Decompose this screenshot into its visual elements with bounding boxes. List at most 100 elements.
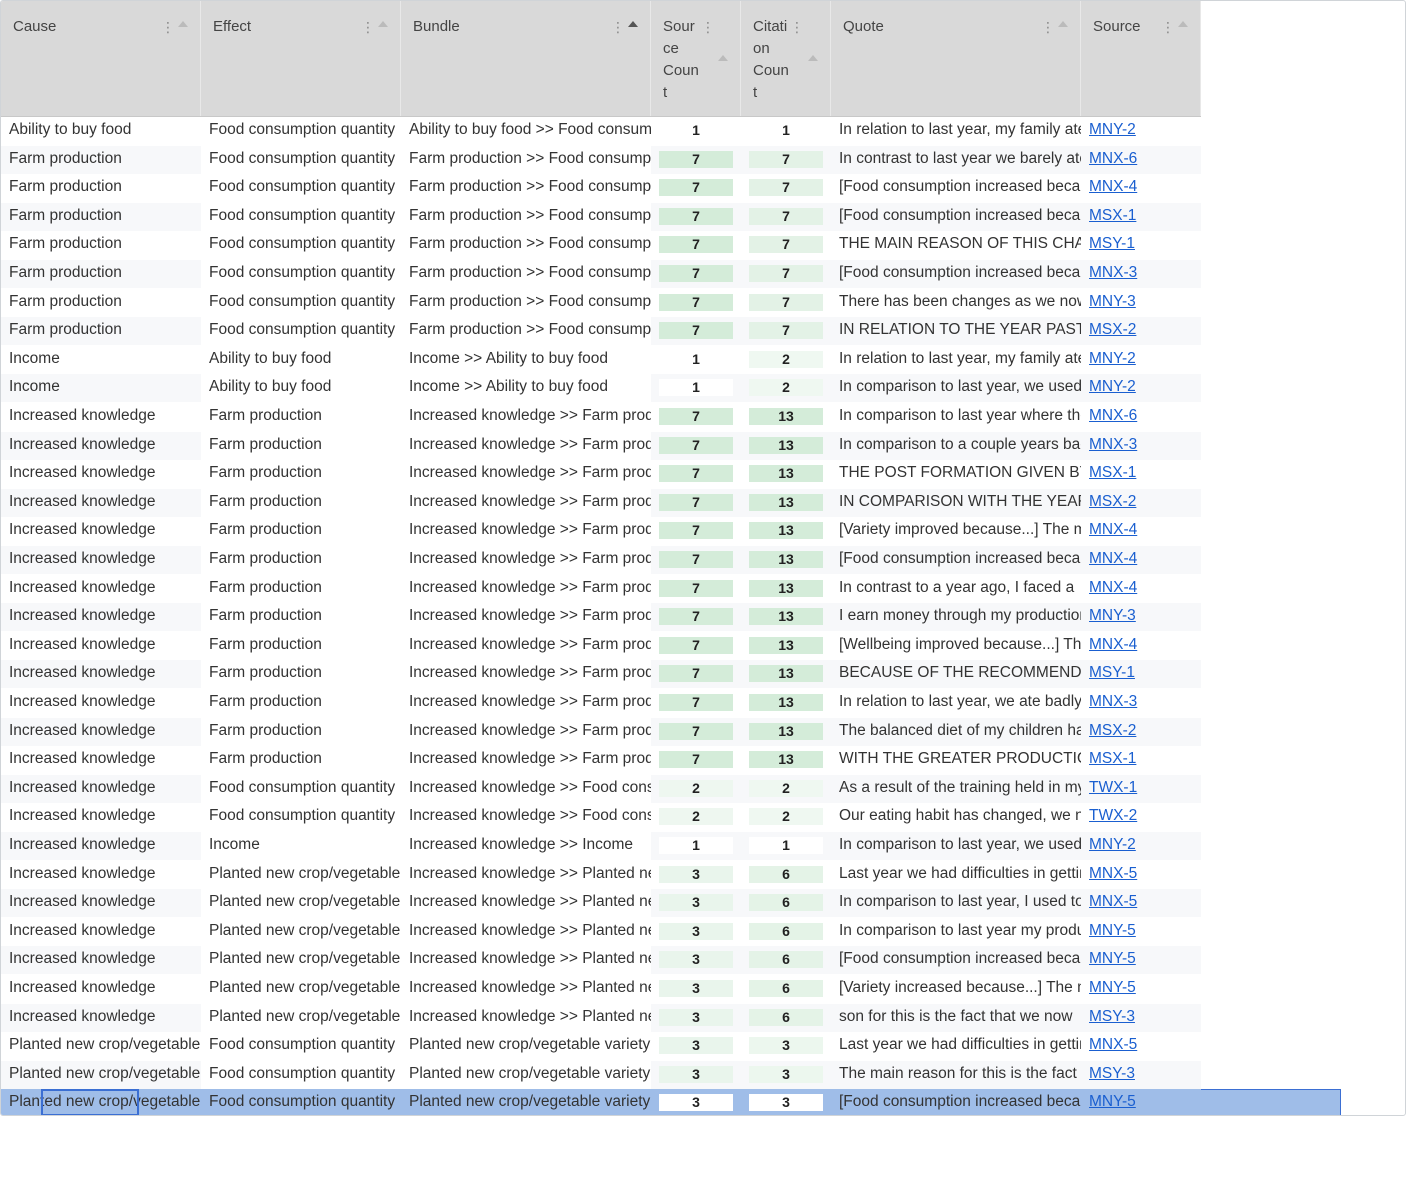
source-link[interactable]: MSY-1	[1089, 664, 1135, 681]
cell-cause[interactable]: Income	[1, 374, 201, 402]
cell-quote[interactable]: In relation to last year, we ate badly	[831, 689, 1081, 717]
cell-quote[interactable]: THE POST FORMATION GIVEN BY ORG	[831, 460, 1081, 488]
cell-cause[interactable]: Farm production	[1, 203, 201, 231]
cell-source-count[interactable]: 7	[651, 289, 741, 317]
cell-source[interactable]: MSX-2	[1081, 317, 1201, 345]
cell-citation-count[interactable]: 7	[741, 203, 831, 231]
cell-citation-count[interactable]: 7	[741, 289, 831, 317]
cell-effect[interactable]: Ability to buy food	[201, 346, 401, 374]
cell-source-count[interactable]: 7	[651, 660, 741, 688]
cell-cause[interactable]: Ability to buy food	[1, 117, 201, 145]
column-menu-icon[interactable]: ⋮	[701, 19, 715, 35]
table-row[interactable]: Increased knowledge Farm production Increa…	[1, 603, 1201, 631]
cell-effect[interactable]: Planted new crop/vegetable variety	[201, 975, 401, 1003]
source-link[interactable]: MNY-5	[1089, 979, 1136, 996]
source-link[interactable]: MNX-5	[1089, 1036, 1137, 1053]
cell-source[interactable]: MNY-2	[1081, 117, 1201, 145]
cell-cause[interactable]: Farm production	[1, 174, 201, 202]
source-link[interactable]: MNX-3	[1089, 693, 1137, 710]
cell-citation-count[interactable]: 7	[741, 317, 831, 345]
cell-source-count[interactable]: 7	[651, 632, 741, 660]
cell-bundle[interactable]: Increased knowledge >> Farm production	[401, 517, 651, 545]
cell-source[interactable]: MNX-6	[1081, 146, 1201, 174]
cell-source[interactable]: MNY-5	[1081, 1089, 1201, 1115]
table-row[interactable]: Increased knowledge Planted new crop/vege…	[1, 1004, 1201, 1032]
cell-bundle[interactable]: Increased knowledge >> Farm production	[401, 546, 651, 574]
cell-effect[interactable]: Farm production	[201, 460, 401, 488]
cell-quote[interactable]: [Food consumption increased because	[831, 946, 1081, 974]
cell-quote[interactable]: In contrast to last year we barely ate	[831, 146, 1081, 174]
cell-effect[interactable]: Farm production	[201, 632, 401, 660]
cell-citation-count[interactable]: 13	[741, 460, 831, 488]
cell-bundle[interactable]: Farm production >> Food consumption quan…	[401, 174, 651, 202]
table-row[interactable]: Increased knowledge Planted new crop/vege…	[1, 975, 1201, 1003]
source-link[interactable]: MSY-3	[1089, 1008, 1135, 1025]
cell-source[interactable]: MNY-3	[1081, 289, 1201, 317]
source-link[interactable]: MNX-4	[1089, 579, 1137, 596]
cell-bundle[interactable]: Increased knowledge >> Farm production	[401, 403, 651, 431]
cell-cause[interactable]: Increased knowledge	[1, 603, 201, 631]
cell-cause[interactable]: Increased knowledge	[1, 632, 201, 660]
cell-source[interactable]: MNY-5	[1081, 946, 1201, 974]
table-row[interactable]: Increased knowledge Farm production Increa…	[1, 460, 1201, 488]
cell-citation-count[interactable]: 2	[741, 775, 831, 803]
cell-citation-count[interactable]: 13	[741, 660, 831, 688]
table-row[interactable]: Increased knowledge Planted new crop/vege…	[1, 918, 1201, 946]
cell-bundle[interactable]: Increased knowledge >> Planted new crop/…	[401, 1004, 651, 1032]
cell-citation-count[interactable]: 13	[741, 546, 831, 574]
source-link[interactable]: TWX-1	[1089, 779, 1137, 796]
cell-bundle[interactable]: Increased knowledge >> Farm production	[401, 432, 651, 460]
cell-source-count[interactable]: 3	[651, 918, 741, 946]
source-link[interactable]: MNY-3	[1089, 607, 1136, 624]
sort-arrow-icon[interactable]	[628, 21, 638, 27]
cell-source[interactable]: MNX-4	[1081, 517, 1201, 545]
source-link[interactable]: MNY-2	[1089, 378, 1136, 395]
table-row[interactable]: Farm production Food consumption quantity…	[1, 231, 1201, 259]
cell-bundle[interactable]: Increased knowledge >> Food consumption …	[401, 775, 651, 803]
cell-quote[interactable]: There has been changes as we now	[831, 289, 1081, 317]
cell-source-count[interactable]: 1	[651, 117, 741, 145]
cell-citation-count[interactable]: 7	[741, 146, 831, 174]
cell-effect[interactable]: Food consumption quantity	[201, 146, 401, 174]
cell-source-count[interactable]: 3	[651, 1089, 741, 1115]
cell-effect[interactable]: Food consumption quantity	[201, 203, 401, 231]
cell-source[interactable]: MSX-1	[1081, 746, 1201, 774]
cell-source[interactable]: MNX-3	[1081, 260, 1201, 288]
cell-cause[interactable]: Increased knowledge	[1, 718, 201, 746]
cell-bundle[interactable]: Increased knowledge >> Farm production	[401, 689, 651, 717]
cell-citation-count[interactable]: 13	[741, 489, 831, 517]
source-link[interactable]: MNX-5	[1089, 893, 1137, 910]
source-link[interactable]: MSX-1	[1089, 464, 1136, 481]
cell-effect[interactable]: Food consumption quantity	[201, 117, 401, 145]
cell-source[interactable]: MSX-1	[1081, 460, 1201, 488]
cell-quote[interactable]: [Food consumption increased because	[831, 260, 1081, 288]
source-link[interactable]: MSY-1	[1089, 235, 1135, 252]
source-link[interactable]: MNX-3	[1089, 264, 1137, 281]
cell-effect[interactable]: Planted new crop/vegetable variety	[201, 1004, 401, 1032]
source-link[interactable]: MNX-6	[1089, 150, 1137, 167]
cell-citation-count[interactable]: 13	[741, 632, 831, 660]
cell-source[interactable]: MNY-5	[1081, 975, 1201, 1003]
cell-bundle[interactable]: Increased knowledge >> Farm production	[401, 575, 651, 603]
cell-bundle[interactable]: Farm production >> Food consumption quan…	[401, 231, 651, 259]
cell-cause[interactable]: Increased knowledge	[1, 746, 201, 774]
cell-source-count[interactable]: 7	[651, 432, 741, 460]
source-link[interactable]: MNY-2	[1089, 121, 1136, 138]
cell-bundle[interactable]: Farm production >> Food consumption quan…	[401, 317, 651, 345]
cell-cause[interactable]: Increased knowledge	[1, 975, 201, 1003]
column-menu-icon[interactable]: ⋮	[161, 19, 175, 35]
cell-citation-count[interactable]: 6	[741, 975, 831, 1003]
cell-source[interactable]: MNX-4	[1081, 174, 1201, 202]
cell-bundle[interactable]: Ability to buy food >> Food consumption …	[401, 117, 651, 145]
cell-source-count[interactable]: 7	[651, 689, 741, 717]
cell-effect[interactable]: Food consumption quantity	[201, 317, 401, 345]
table-row[interactable]: Farm production Food consumption quantity…	[1, 146, 1201, 174]
cell-effect[interactable]: Planted new crop/vegetable variety	[201, 861, 401, 889]
cell-citation-count[interactable]: 6	[741, 861, 831, 889]
cell-source-count[interactable]: 7	[651, 489, 741, 517]
cell-source[interactable]: MNX-5	[1081, 861, 1201, 889]
cell-effect[interactable]: Planted new crop/vegetable variety	[201, 918, 401, 946]
column-menu-icon[interactable]: ⋮	[790, 19, 804, 35]
source-link[interactable]: MNX-4	[1089, 636, 1137, 653]
cell-source-count[interactable]: 7	[651, 174, 741, 202]
